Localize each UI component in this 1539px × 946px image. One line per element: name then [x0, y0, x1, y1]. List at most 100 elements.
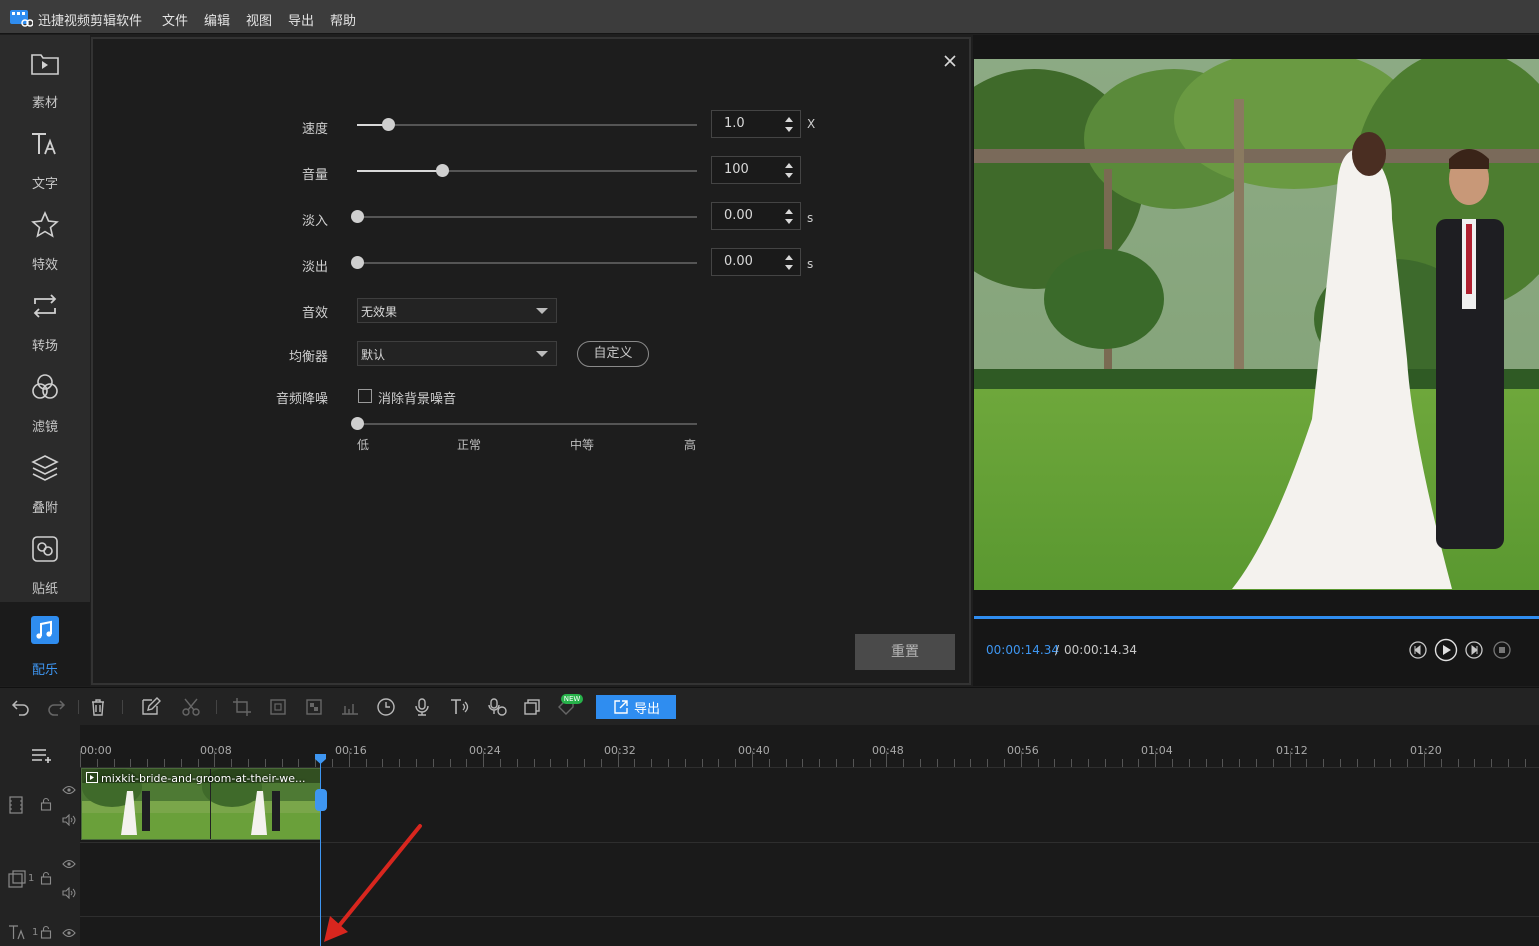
crop-icon[interactable] [231, 696, 253, 718]
ruler-label: 00:24 [469, 744, 501, 757]
music-icon [31, 616, 59, 644]
text-to-speech-icon[interactable] [448, 696, 470, 718]
sidebar-item-effects[interactable]: 特效 [0, 197, 90, 278]
playback-progress-bar[interactable] [974, 616, 1539, 619]
custom-equalizer-button[interactable]: 自定义 [577, 341, 649, 367]
denoise-label: 音频降噪 [275, 392, 328, 407]
undo-icon[interactable] [10, 696, 32, 718]
speed-stepper[interactable]: 1.0 [711, 110, 801, 138]
sidebar-item-filters[interactable]: 滤镜 [0, 359, 90, 440]
sidebar-item-label: 贴纸 [31, 582, 58, 597]
speed-slider[interactable] [357, 118, 697, 131]
lock-icon[interactable] [40, 797, 52, 811]
sound-effect-label: 音效 [301, 306, 328, 321]
timeline-ruler[interactable]: 00:00 00:08 00:16 00:24 00:32 00:40 00:4… [80, 742, 1539, 768]
redo-icon[interactable] [45, 696, 67, 718]
fade-out-slider-knob[interactable] [351, 256, 364, 269]
text-track-icon [9, 925, 25, 940]
delete-icon[interactable] [87, 696, 109, 718]
copy-icon[interactable] [521, 696, 543, 718]
sidebar-item-media[interactable]: 素材 [0, 35, 90, 116]
cut-icon[interactable] [180, 696, 202, 718]
eye-icon[interactable] [62, 928, 76, 938]
eye-icon[interactable] [62, 859, 76, 869]
text-track[interactable] [80, 916, 1539, 946]
decrement-icon[interactable] [785, 265, 793, 270]
edit-icon[interactable] [139, 696, 161, 718]
speed-label: 速度 [301, 122, 328, 137]
new-badge: NEW [561, 694, 583, 704]
speaker-icon[interactable] [62, 887, 76, 899]
lock-icon[interactable] [40, 871, 52, 885]
ruler-label: 00:08 [200, 744, 232, 757]
clock-icon[interactable] [375, 696, 397, 718]
export-icon [614, 700, 628, 714]
eye-icon[interactable] [62, 785, 76, 795]
volume-stepper[interactable]: 100 [711, 156, 801, 184]
denoise-level-high: 高 [684, 438, 697, 452]
volume-slider-knob[interactable] [436, 164, 449, 177]
speed-slider-knob[interactable] [381, 118, 395, 131]
fade-in-label: 淡入 [301, 214, 328, 229]
lock-icon[interactable] [40, 925, 52, 939]
sidebar-item-transitions[interactable]: 转场 [0, 278, 90, 359]
resize-icon[interactable] [267, 696, 289, 718]
denoise-level-low: 低 [357, 438, 370, 452]
export-button[interactable]: 导出 [596, 695, 676, 719]
menu-file[interactable]: 文件 [162, 10, 188, 29]
increment-icon[interactable] [785, 209, 793, 214]
equalizer-select[interactable]: 默认 [357, 341, 557, 366]
app-title: 迅捷视频剪辑软件 [38, 14, 143, 29]
play-icon[interactable] [1434, 638, 1458, 662]
sidebar-item-label: 叠附 [31, 501, 58, 516]
sidebar-item-text[interactable]: 文字 [0, 116, 90, 197]
increment-icon[interactable] [785, 255, 793, 260]
add-track-icon[interactable] [30, 745, 54, 765]
fade-out-stepper[interactable]: 0.00 [711, 248, 801, 276]
chart-icon[interactable] [339, 696, 361, 718]
menu-view[interactable]: 视图 [246, 10, 272, 29]
playhead-handle[interactable] [315, 789, 327, 811]
sidebar-item-overlays[interactable]: 叠附 [0, 440, 90, 521]
volume-slider[interactable] [357, 164, 697, 177]
increment-icon[interactable] [785, 117, 793, 122]
fade-in-slider[interactable] [351, 210, 697, 223]
fade-out-label: 淡出 [301, 260, 328, 275]
sidebar-item-music[interactable]: 配乐 [0, 602, 90, 686]
equalizer-label: 均衡器 [288, 350, 328, 365]
decrement-icon[interactable] [785, 173, 793, 178]
menu-export[interactable]: 导出 [288, 10, 314, 29]
decrement-icon[interactable] [785, 127, 793, 132]
menu-edit[interactable]: 编辑 [204, 10, 230, 29]
next-frame-icon[interactable] [1464, 640, 1484, 660]
increment-icon[interactable] [785, 163, 793, 168]
video-clip[interactable]: mixkit-bride-and-groom-at-their-we... [81, 768, 321, 840]
previous-frame-icon[interactable] [1408, 640, 1428, 660]
volume-label: 音量 [301, 168, 328, 183]
sound-effect-select[interactable]: 无效果 [357, 298, 557, 323]
fade-in-stepper[interactable]: 0.00 [711, 202, 801, 230]
speed-value: 1.0 [724, 116, 745, 131]
denoise-checkbox[interactable] [358, 389, 372, 403]
denoise-slider[interactable] [351, 417, 697, 430]
menu-help[interactable]: 帮助 [330, 10, 356, 29]
overlay-track[interactable] [80, 842, 1539, 916]
sidebar-item-stickers[interactable]: 贴纸 [0, 521, 90, 602]
close-icon[interactable] [941, 52, 959, 70]
fade-in-slider-knob[interactable] [351, 210, 364, 223]
denoise-slider-knob[interactable] [351, 417, 364, 430]
denoise-level-medium: 中等 [570, 438, 595, 452]
speaker-icon[interactable] [62, 814, 76, 826]
chevron-down-icon [536, 351, 548, 357]
microphone-icon[interactable] [411, 696, 433, 718]
playhead-marker-icon[interactable] [315, 754, 326, 764]
reset-button[interactable]: 重置 [855, 634, 955, 670]
time-separator: / [1055, 643, 1060, 657]
voice-change-icon[interactable] [486, 696, 508, 718]
decrement-icon[interactable] [785, 219, 793, 224]
app-logo-icon [10, 10, 33, 27]
fade-out-slider[interactable] [351, 256, 697, 269]
mosaic-icon[interactable] [303, 696, 325, 718]
sidebar-item-label: 文字 [31, 177, 58, 192]
stop-icon[interactable] [1492, 640, 1512, 660]
